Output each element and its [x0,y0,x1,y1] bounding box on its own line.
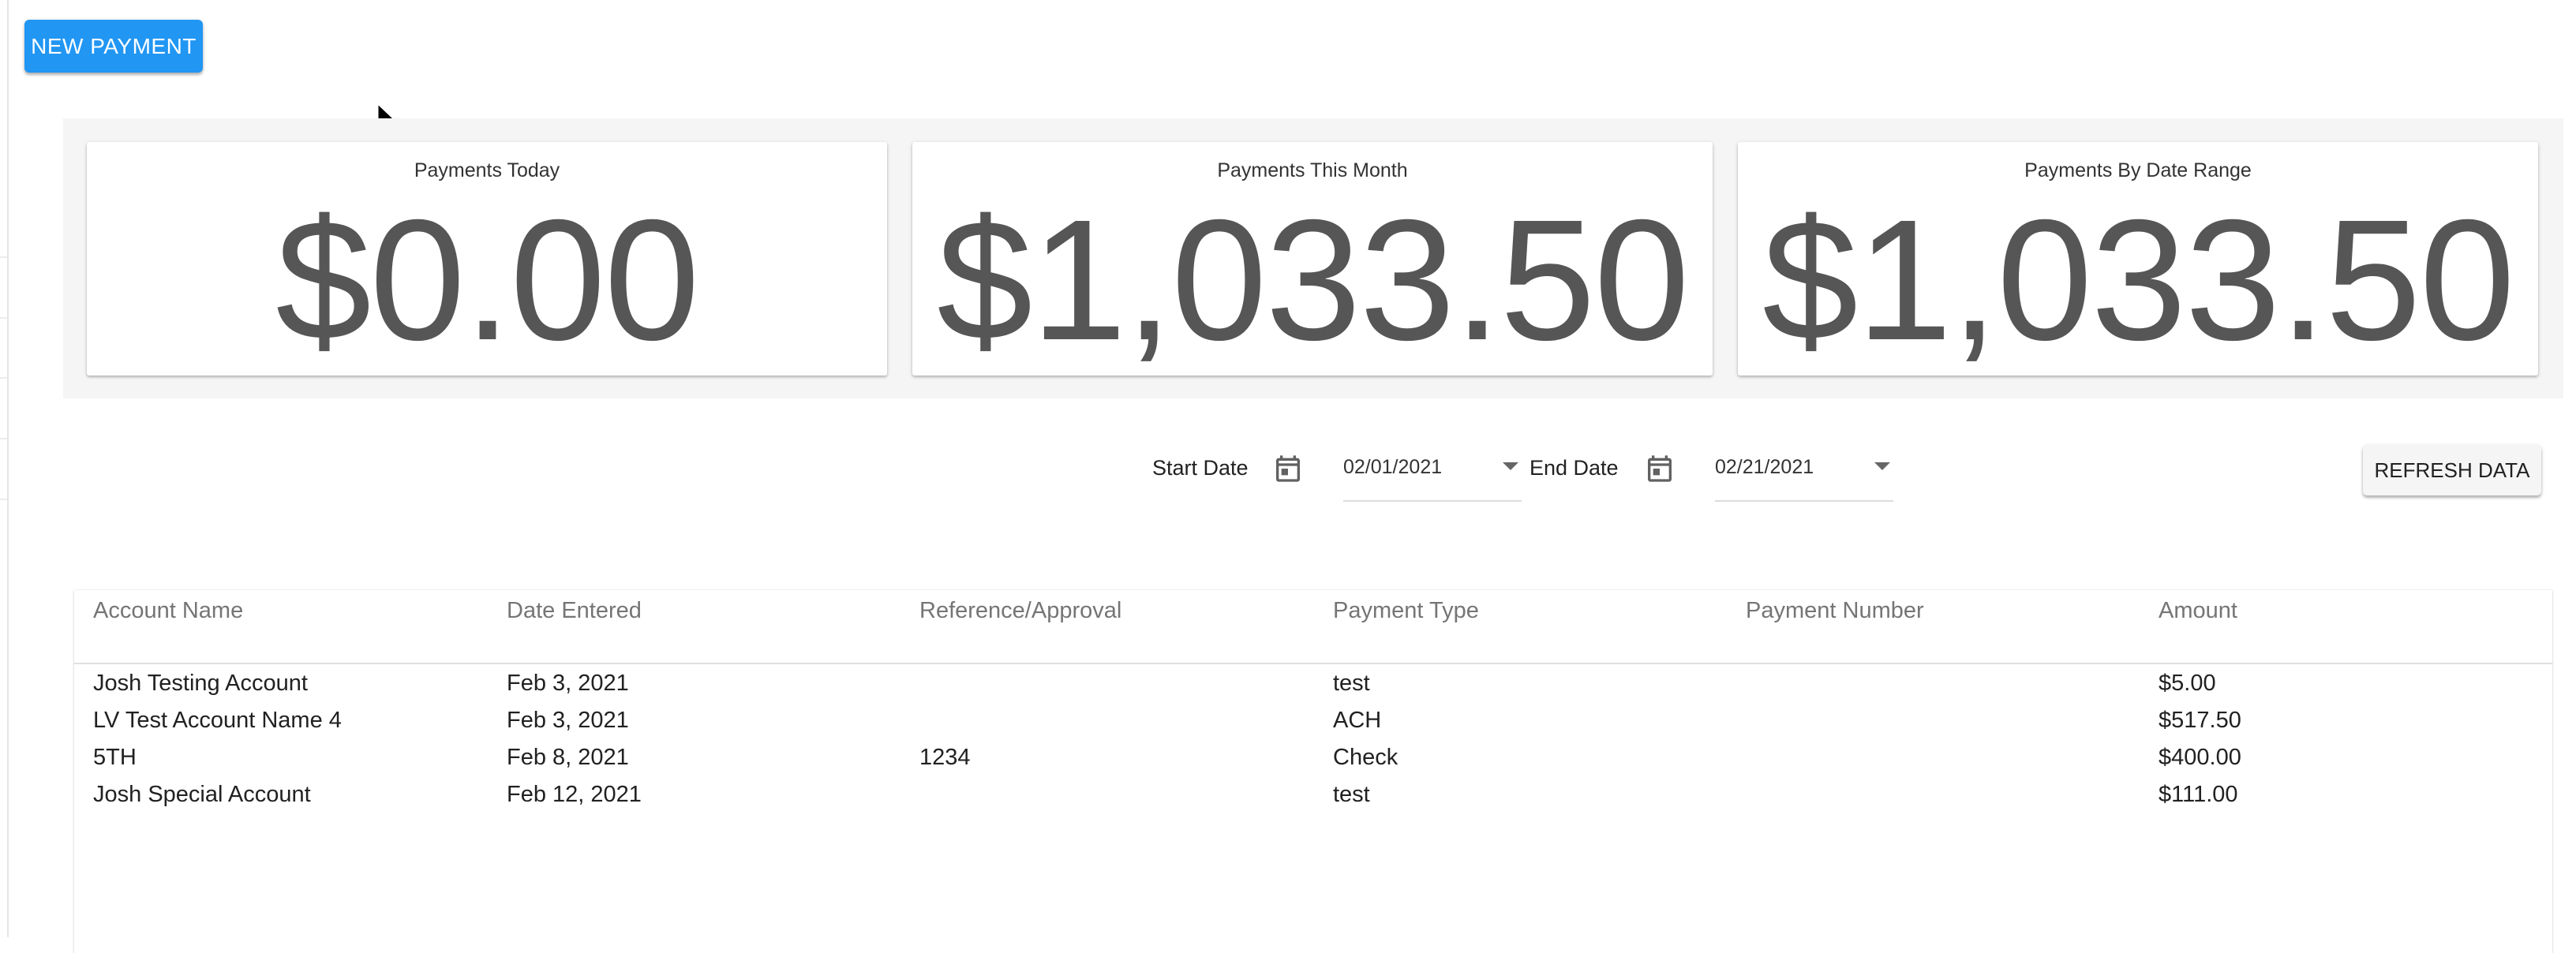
cell-account-name: Josh Special Account [93,782,311,807]
end-date-select[interactable]: 02/21/2021 [1715,442,1893,502]
cell-date-entered: Feb 8, 2021 [507,745,629,770]
edge-tick [0,317,7,319]
cell-date-entered: Feb 12, 2021 [507,782,642,807]
cell-account-name: 5TH [93,745,137,770]
column-header-date-entered[interactable]: Date Entered [507,598,642,624]
cell-payment-type: Check [1333,745,1398,770]
chevron-down-icon [1503,462,1518,470]
refresh-data-button[interactable]: REFRESH DATA [2363,445,2541,495]
column-header-reference[interactable]: Reference/Approval [919,598,1121,624]
card-title: Payments By Date Range [2024,159,2252,181]
cell-account-name: LV Test Account Name 4 [93,708,342,733]
edge-tick [0,256,7,258]
card-title: Payments This Month [1217,159,1408,181]
start-date-select[interactable]: 02/01/2021 [1343,442,1522,502]
edge-tick [0,377,7,379]
table-row[interactable]: LV Test Account Name 4 Feb 3, 2021 ACH $… [74,702,2552,739]
cell-payment-type: ACH [1333,708,1382,733]
payments-by-date-range-card: Payments By Date Range $1,033.50 [1738,142,2538,376]
table-row[interactable]: Josh Testing Account Feb 3, 2021 test $5… [74,665,2552,702]
edge-tick [0,438,7,439]
payments-today-card: Payments Today $0.00 [87,142,887,376]
chevron-down-icon [1874,462,1890,470]
left-edge-strip [0,0,9,937]
cell-amount: $5.00 [2159,671,2216,696]
edge-tick [0,499,7,500]
table-header: Account Name Date Entered Reference/Appr… [74,590,2552,664]
cell-reference: 1234 [919,745,971,770]
cell-account-name: Josh Testing Account [93,671,308,696]
new-payment-button[interactable]: NEW PAYMENT [24,20,203,73]
cell-payment-type: test [1333,671,1370,696]
end-date-label: End Date [1530,456,1619,480]
calendar-icon[interactable] [1272,451,1304,486]
card-value: $0.00 [275,185,700,376]
calendar-icon[interactable] [1644,451,1676,486]
column-header-payment-type[interactable]: Payment Type [1333,598,1479,624]
payments-this-month-card: Payments This Month $1,033.50 [912,142,1713,376]
payments-table: Account Name Date Entered Reference/Appr… [74,590,2552,953]
card-value: $1,033.50 [1762,185,2515,376]
start-date-value: 02/01/2021 [1343,456,1443,478]
card-title: Payments Today [414,159,560,181]
column-header-account-name[interactable]: Account Name [93,598,243,624]
column-header-payment-number[interactable]: Payment Number [1746,598,1924,624]
end-date-value: 02/21/2021 [1715,456,1814,478]
column-header-amount[interactable]: Amount [2159,598,2237,624]
table-row[interactable]: Josh Special Account Feb 12, 2021 test $… [74,776,2552,813]
cell-date-entered: Feb 3, 2021 [507,671,629,696]
cell-date-entered: Feb 3, 2021 [507,708,629,733]
cell-amount: $517.50 [2159,708,2241,733]
card-value: $1,033.50 [937,185,1690,376]
cell-payment-type: test [1333,782,1370,807]
cell-amount: $400.00 [2159,745,2241,770]
cell-amount: $111.00 [2159,782,2238,807]
start-date-label: Start Date [1152,456,1249,480]
table-row[interactable]: 5TH Feb 8, 2021 1234 Check $400.00 [74,739,2552,776]
